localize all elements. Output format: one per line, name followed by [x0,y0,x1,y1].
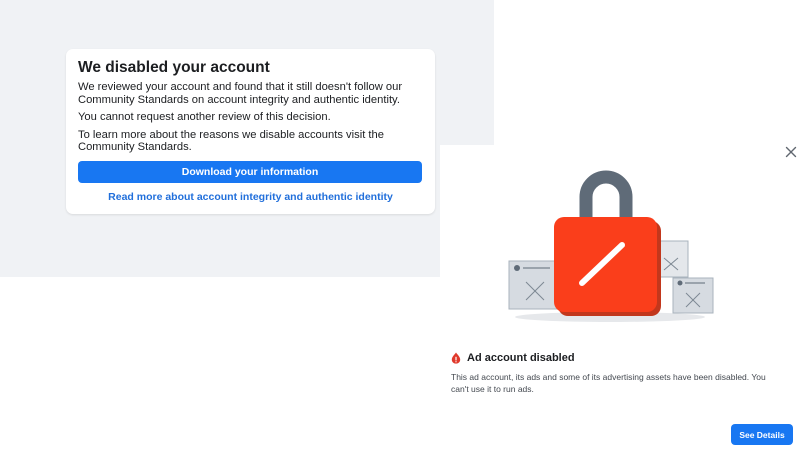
close-icon[interactable] [783,144,799,160]
background-panel: We disabled your account We reviewed you… [0,0,494,277]
card-title: We disabled your account [78,59,270,76]
ad-account-disabled-description: This ad account, its ads and some of its… [451,372,766,394]
ad-account-disabled-title: Ad account disabled [467,352,575,364]
read-more-link[interactable]: Read more about account integrity and au… [78,191,423,203]
card-paragraph-no-review: You cannot request another review of thi… [78,111,331,123]
ad-warning-row: Ad account disabled [451,352,575,364]
padlock-icon [508,170,714,322]
card-paragraph-learn-more: To learn more about the reasons we disab… [78,128,384,154]
download-information-button[interactable]: Download your information [78,160,422,183]
disabled-account-card: We disabled your account We reviewed you… [66,49,435,214]
see-details-button[interactable]: See Details [731,424,793,445]
alert-icon [451,352,461,364]
card-paragraph-review: We reviewed your account and found that … [78,81,403,106]
